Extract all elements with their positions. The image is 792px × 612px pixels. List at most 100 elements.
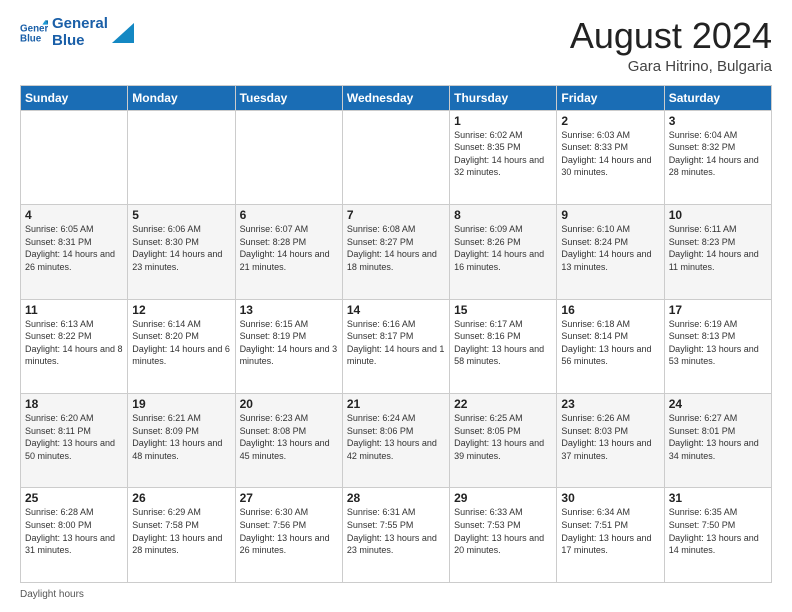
calendar-cell: 13Sunrise: 6:15 AM Sunset: 8:19 PM Dayli… (235, 299, 342, 393)
header: General Blue General Blue August 2024 Ga… (20, 16, 772, 75)
footer: Daylight hours (20, 589, 772, 600)
calendar-cell: 24Sunrise: 6:27 AM Sunset: 8:01 PM Dayli… (664, 394, 771, 488)
calendar-cell: 6Sunrise: 6:07 AM Sunset: 8:28 PM Daylig… (235, 205, 342, 299)
calendar-cell: 9Sunrise: 6:10 AM Sunset: 8:24 PM Daylig… (557, 205, 664, 299)
day-number: 26 (132, 491, 230, 505)
calendar-cell: 20Sunrise: 6:23 AM Sunset: 8:08 PM Dayli… (235, 394, 342, 488)
calendar-cell: 22Sunrise: 6:25 AM Sunset: 8:05 PM Dayli… (450, 394, 557, 488)
calendar-cell: 4Sunrise: 6:05 AM Sunset: 8:31 PM Daylig… (21, 205, 128, 299)
day-number: 25 (25, 491, 123, 505)
day-number: 24 (669, 397, 767, 411)
calendar-header-wednesday: Wednesday (342, 85, 449, 110)
day-number: 30 (561, 491, 659, 505)
logo-line1: General (52, 16, 108, 33)
calendar-cell (128, 110, 235, 204)
day-number: 6 (240, 208, 338, 222)
calendar-cell: 5Sunrise: 6:06 AM Sunset: 8:30 PM Daylig… (128, 205, 235, 299)
day-number: 7 (347, 208, 445, 222)
day-number: 13 (240, 303, 338, 317)
day-number: 16 (561, 303, 659, 317)
day-info: Sunrise: 6:30 AM Sunset: 7:56 PM Dayligh… (240, 506, 338, 556)
calendar-table: SundayMondayTuesdayWednesdayThursdayFrid… (20, 85, 772, 583)
calendar-cell: 16Sunrise: 6:18 AM Sunset: 8:14 PM Dayli… (557, 299, 664, 393)
day-info: Sunrise: 6:05 AM Sunset: 8:31 PM Dayligh… (25, 223, 123, 273)
calendar-cell: 26Sunrise: 6:29 AM Sunset: 7:58 PM Dayli… (128, 488, 235, 583)
day-number: 4 (25, 208, 123, 222)
day-info: Sunrise: 6:03 AM Sunset: 8:33 PM Dayligh… (561, 129, 659, 179)
day-number: 17 (669, 303, 767, 317)
day-number: 5 (132, 208, 230, 222)
day-info: Sunrise: 6:13 AM Sunset: 8:22 PM Dayligh… (25, 318, 123, 368)
logo-text-block: General Blue (52, 16, 108, 49)
day-info: Sunrise: 6:28 AM Sunset: 8:00 PM Dayligh… (25, 506, 123, 556)
day-number: 20 (240, 397, 338, 411)
day-number: 8 (454, 208, 552, 222)
day-info: Sunrise: 6:17 AM Sunset: 8:16 PM Dayligh… (454, 318, 552, 368)
day-info: Sunrise: 6:02 AM Sunset: 8:35 PM Dayligh… (454, 129, 552, 179)
month-year-title: August 2024 (570, 16, 772, 56)
calendar-cell: 14Sunrise: 6:16 AM Sunset: 8:17 PM Dayli… (342, 299, 449, 393)
calendar-cell: 17Sunrise: 6:19 AM Sunset: 8:13 PM Dayli… (664, 299, 771, 393)
day-info: Sunrise: 6:16 AM Sunset: 8:17 PM Dayligh… (347, 318, 445, 368)
logo-icon: General Blue (20, 19, 48, 47)
day-number: 31 (669, 491, 767, 505)
day-info: Sunrise: 6:23 AM Sunset: 8:08 PM Dayligh… (240, 412, 338, 462)
day-number: 21 (347, 397, 445, 411)
calendar-week-row: 1Sunrise: 6:02 AM Sunset: 8:35 PM Daylig… (21, 110, 772, 204)
day-info: Sunrise: 6:04 AM Sunset: 8:32 PM Dayligh… (669, 129, 767, 179)
calendar-header-sunday: Sunday (21, 85, 128, 110)
day-info: Sunrise: 6:35 AM Sunset: 7:50 PM Dayligh… (669, 506, 767, 556)
day-info: Sunrise: 6:20 AM Sunset: 8:11 PM Dayligh… (25, 412, 123, 462)
day-info: Sunrise: 6:18 AM Sunset: 8:14 PM Dayligh… (561, 318, 659, 368)
calendar-header-tuesday: Tuesday (235, 85, 342, 110)
svg-text:Blue: Blue (20, 33, 42, 44)
day-info: Sunrise: 6:06 AM Sunset: 8:30 PM Dayligh… (132, 223, 230, 273)
calendar-week-row: 4Sunrise: 6:05 AM Sunset: 8:31 PM Daylig… (21, 205, 772, 299)
calendar-header-saturday: Saturday (664, 85, 771, 110)
day-info: Sunrise: 6:26 AM Sunset: 8:03 PM Dayligh… (561, 412, 659, 462)
calendar-header-row: SundayMondayTuesdayWednesdayThursdayFrid… (21, 85, 772, 110)
daylight-hours-label: Daylight hours (20, 589, 84, 600)
day-number: 10 (669, 208, 767, 222)
page: General Blue General Blue August 2024 Ga… (0, 0, 792, 612)
calendar-cell (235, 110, 342, 204)
calendar-week-row: 18Sunrise: 6:20 AM Sunset: 8:11 PM Dayli… (21, 394, 772, 488)
day-number: 14 (347, 303, 445, 317)
calendar-cell: 19Sunrise: 6:21 AM Sunset: 8:09 PM Dayli… (128, 394, 235, 488)
day-info: Sunrise: 6:21 AM Sunset: 8:09 PM Dayligh… (132, 412, 230, 462)
day-number: 12 (132, 303, 230, 317)
calendar-cell: 10Sunrise: 6:11 AM Sunset: 8:23 PM Dayli… (664, 205, 771, 299)
day-number: 22 (454, 397, 552, 411)
calendar-cell: 18Sunrise: 6:20 AM Sunset: 8:11 PM Dayli… (21, 394, 128, 488)
day-info: Sunrise: 6:19 AM Sunset: 8:13 PM Dayligh… (669, 318, 767, 368)
day-info: Sunrise: 6:29 AM Sunset: 7:58 PM Dayligh… (132, 506, 230, 556)
day-number: 18 (25, 397, 123, 411)
calendar-cell: 28Sunrise: 6:31 AM Sunset: 7:55 PM Dayli… (342, 488, 449, 583)
calendar-cell: 11Sunrise: 6:13 AM Sunset: 8:22 PM Dayli… (21, 299, 128, 393)
calendar-header-friday: Friday (557, 85, 664, 110)
location-subtitle: Gara Hitrino, Bulgaria (570, 58, 772, 75)
calendar-cell: 30Sunrise: 6:34 AM Sunset: 7:51 PM Dayli… (557, 488, 664, 583)
logo-triangle-icon (112, 23, 134, 43)
day-number: 2 (561, 114, 659, 128)
day-number: 28 (347, 491, 445, 505)
calendar-cell: 29Sunrise: 6:33 AM Sunset: 7:53 PM Dayli… (450, 488, 557, 583)
calendar-cell: 23Sunrise: 6:26 AM Sunset: 8:03 PM Dayli… (557, 394, 664, 488)
calendar-cell: 15Sunrise: 6:17 AM Sunset: 8:16 PM Dayli… (450, 299, 557, 393)
calendar-week-row: 25Sunrise: 6:28 AM Sunset: 8:00 PM Dayli… (21, 488, 772, 583)
calendar-cell: 1Sunrise: 6:02 AM Sunset: 8:35 PM Daylig… (450, 110, 557, 204)
calendar-cell (21, 110, 128, 204)
calendar-cell: 31Sunrise: 6:35 AM Sunset: 7:50 PM Dayli… (664, 488, 771, 583)
day-info: Sunrise: 6:08 AM Sunset: 8:27 PM Dayligh… (347, 223, 445, 273)
calendar-cell: 8Sunrise: 6:09 AM Sunset: 8:26 PM Daylig… (450, 205, 557, 299)
calendar-cell: 2Sunrise: 6:03 AM Sunset: 8:33 PM Daylig… (557, 110, 664, 204)
calendar-header-thursday: Thursday (450, 85, 557, 110)
day-info: Sunrise: 6:09 AM Sunset: 8:26 PM Dayligh… (454, 223, 552, 273)
day-number: 1 (454, 114, 552, 128)
day-info: Sunrise: 6:31 AM Sunset: 7:55 PM Dayligh… (347, 506, 445, 556)
day-number: 27 (240, 491, 338, 505)
day-info: Sunrise: 6:07 AM Sunset: 8:28 PM Dayligh… (240, 223, 338, 273)
day-number: 23 (561, 397, 659, 411)
calendar-cell: 7Sunrise: 6:08 AM Sunset: 8:27 PM Daylig… (342, 205, 449, 299)
calendar-cell: 21Sunrise: 6:24 AM Sunset: 8:06 PM Dayli… (342, 394, 449, 488)
